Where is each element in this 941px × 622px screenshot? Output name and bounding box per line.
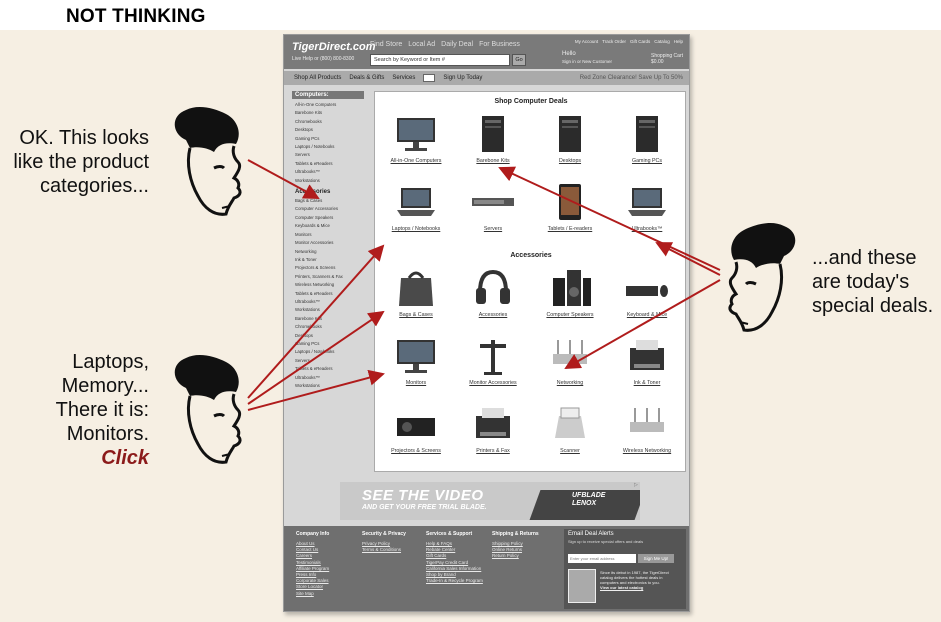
arrow-to-ultrabooks [655, 242, 721, 276]
arrow-to-barebone [498, 166, 721, 271]
arrow-to-laptops [247, 244, 385, 399]
arrow-to-networking [564, 279, 721, 369]
arrow-to-categories [247, 159, 320, 199]
annotation-arrows [247, 159, 721, 411]
arrow-to-memory [247, 310, 385, 405]
arrow-to-monitors [247, 369, 385, 411]
